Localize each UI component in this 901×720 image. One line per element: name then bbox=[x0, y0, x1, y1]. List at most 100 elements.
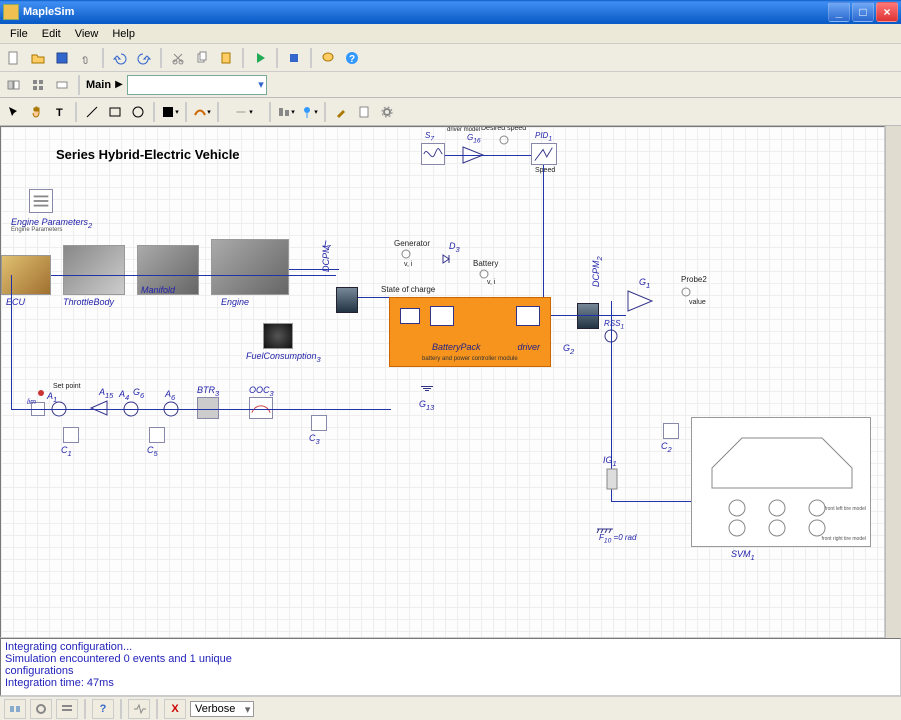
save-icon[interactable] bbox=[52, 48, 72, 68]
pointer-icon[interactable] bbox=[4, 102, 24, 122]
brush-icon[interactable] bbox=[331, 102, 351, 122]
dcpm2-block[interactable] bbox=[577, 303, 599, 329]
a4-label: A4 bbox=[119, 389, 129, 402]
sig-to-car bbox=[611, 501, 691, 502]
car-text2: front right tire model bbox=[822, 536, 866, 542]
copy-icon[interactable] bbox=[192, 48, 212, 68]
rect-icon[interactable] bbox=[105, 102, 125, 122]
probe2[interactable] bbox=[681, 287, 691, 299]
generator-probe[interactable] bbox=[401, 249, 411, 261]
diagram-canvas[interactable]: Series Hybrid-Electric Vehicle Engine Pa… bbox=[0, 126, 885, 638]
ground-g13 bbox=[421, 385, 433, 392]
engine-label: Engine bbox=[221, 297, 249, 307]
close-button[interactable]: × bbox=[876, 2, 898, 22]
sig-loop bbox=[11, 409, 391, 410]
cut-icon[interactable] bbox=[168, 48, 188, 68]
chat-icon[interactable] bbox=[318, 48, 338, 68]
a6-block[interactable] bbox=[163, 401, 179, 419]
stroke-icon[interactable]: ▾ bbox=[192, 102, 212, 122]
probe2-label: Probe2 bbox=[681, 275, 707, 284]
minimize-button[interactable]: _ bbox=[828, 2, 850, 22]
a4-block[interactable] bbox=[123, 401, 139, 419]
maximize-button[interactable]: □ bbox=[852, 2, 874, 22]
clear-console-button[interactable]: X bbox=[164, 699, 186, 719]
circle-icon[interactable] bbox=[128, 102, 148, 122]
params-icon bbox=[29, 189, 53, 213]
g6-label: G6 bbox=[133, 387, 144, 400]
throttle-block[interactable] bbox=[63, 245, 125, 295]
ecu-block[interactable] bbox=[1, 255, 51, 295]
btr-label: BTR3 bbox=[197, 385, 219, 398]
engine-params-block[interactable] bbox=[29, 189, 53, 213]
s7-block[interactable] bbox=[421, 143, 445, 165]
c5-block[interactable] bbox=[149, 427, 165, 443]
d3-block[interactable] bbox=[441, 253, 457, 267]
menu-file[interactable]: File bbox=[4, 26, 34, 42]
diagram-title: Series Hybrid-Electric Vehicle bbox=[56, 147, 240, 162]
doc-icon[interactable] bbox=[354, 102, 374, 122]
svg-text:T: T bbox=[56, 107, 63, 119]
paste-icon[interactable] bbox=[216, 48, 236, 68]
text-icon[interactable]: T bbox=[50, 102, 70, 122]
drivermodel-label: driver model bbox=[447, 127, 480, 133]
grid-icon[interactable] bbox=[28, 75, 48, 95]
undo-icon[interactable] bbox=[110, 48, 130, 68]
help-status-icon[interactable]: ? bbox=[92, 699, 114, 719]
fuelcons-block[interactable] bbox=[263, 323, 293, 349]
lim-label: lim bbox=[27, 399, 36, 406]
line-icon[interactable] bbox=[82, 102, 102, 122]
fill-color-icon[interactable]: ▾ bbox=[160, 102, 180, 122]
gear-icon[interactable] bbox=[377, 102, 397, 122]
btr-block[interactable] bbox=[197, 397, 219, 419]
g1-block[interactable] bbox=[626, 289, 654, 315]
tab-list-icon[interactable] bbox=[56, 699, 78, 719]
view-icon[interactable] bbox=[52, 75, 72, 95]
c2-label: C2 bbox=[661, 441, 672, 454]
s7-label: S7 bbox=[425, 131, 434, 143]
driver-label: driver bbox=[517, 342, 540, 352]
breadcrumb-main[interactable]: Main bbox=[86, 79, 111, 91]
ooc-block[interactable] bbox=[249, 397, 273, 419]
menu-edit[interactable]: Edit bbox=[36, 26, 67, 42]
c5-label: C5 bbox=[147, 445, 158, 458]
setpoint-probe[interactable] bbox=[37, 389, 45, 399]
menu-view[interactable]: View bbox=[69, 26, 105, 42]
run-icon[interactable] bbox=[250, 48, 270, 68]
ooc-label: OOC3 bbox=[249, 385, 274, 398]
signal-icon[interactable] bbox=[128, 699, 150, 719]
vertical-scrollbar[interactable] bbox=[885, 126, 901, 638]
chevron-down-icon: ▾ bbox=[245, 703, 251, 716]
sig-s7-pid bbox=[445, 155, 531, 156]
pid-block[interactable] bbox=[531, 143, 557, 165]
c2-block[interactable] bbox=[663, 423, 679, 439]
tab-gear-icon[interactable] bbox=[30, 699, 52, 719]
tab-model-icon[interactable] bbox=[4, 699, 26, 719]
subsystem-dropdown[interactable]: ▾ bbox=[127, 75, 267, 95]
help-icon[interactable]: ? bbox=[342, 48, 362, 68]
f10-label: F10 =0 rad bbox=[599, 533, 636, 545]
c3-block[interactable] bbox=[311, 415, 327, 431]
desiredspeed-probe[interactable] bbox=[499, 135, 509, 147]
redo-icon[interactable] bbox=[134, 48, 154, 68]
ig-block[interactable] bbox=[603, 467, 621, 497]
nav-back-icon[interactable] bbox=[4, 75, 24, 95]
dcpm-block[interactable] bbox=[336, 287, 358, 313]
stop-icon[interactable] bbox=[284, 48, 304, 68]
a1-label: A1 bbox=[47, 391, 57, 404]
new-doc-icon[interactable] bbox=[4, 48, 24, 68]
align-icon[interactable]: ▾ bbox=[276, 102, 296, 122]
output-console[interactable]: Integrating configuration... Simulation … bbox=[0, 638, 901, 696]
open-icon[interactable] bbox=[28, 48, 48, 68]
throttle-label: ThrottleBody bbox=[63, 297, 114, 307]
attach-icon[interactable] bbox=[76, 48, 96, 68]
hand-icon[interactable] bbox=[27, 102, 47, 122]
batterypack-block[interactable]: BatteryPack battery and power controller… bbox=[389, 297, 551, 367]
engine-block[interactable] bbox=[211, 239, 289, 295]
line-style-icon[interactable]: ▾ bbox=[224, 102, 264, 122]
menu-help[interactable]: Help bbox=[106, 26, 141, 42]
pin-icon[interactable]: ▾ bbox=[299, 102, 319, 122]
c1-block[interactable] bbox=[63, 427, 79, 443]
svm-block[interactable]: front left tire model front right tire m… bbox=[691, 417, 871, 547]
verbose-dropdown[interactable]: Verbose ▾ bbox=[190, 701, 254, 717]
g16-block[interactable] bbox=[461, 145, 485, 167]
